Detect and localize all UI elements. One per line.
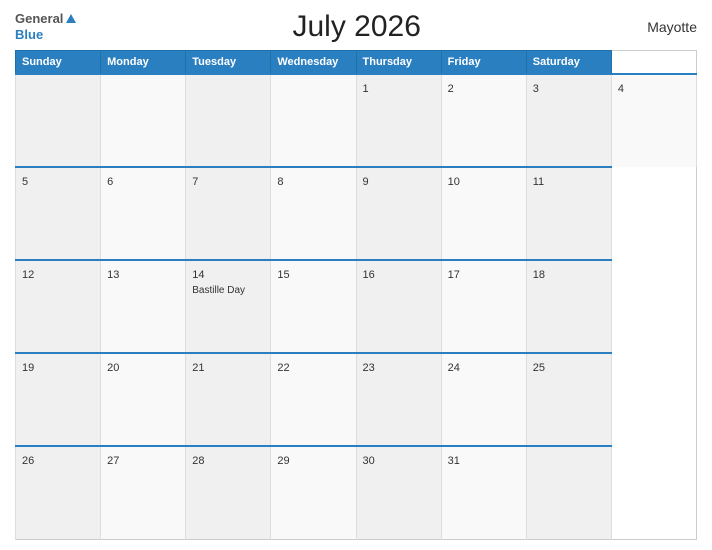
calendar-cell: 31 <box>441 446 526 539</box>
day-number: 24 <box>448 362 460 374</box>
day-number: 5 <box>22 176 28 188</box>
calendar-cell <box>526 446 611 539</box>
calendar-cell: 8 <box>271 167 356 260</box>
calendar-cell: 18 <box>526 260 611 353</box>
calendar-cell: 17 <box>441 260 526 353</box>
day-number: 25 <box>533 362 545 374</box>
calendar-cell <box>271 74 356 167</box>
day-number: 23 <box>363 362 375 374</box>
day-number: 21 <box>192 362 204 374</box>
calendar-cell: 29 <box>271 446 356 539</box>
col-sunday: Sunday <box>16 51 101 75</box>
col-tuesday: Tuesday <box>186 51 271 75</box>
day-number: 9 <box>363 176 369 188</box>
calendar-cell: 25 <box>526 353 611 446</box>
col-thursday: Thursday <box>356 51 441 75</box>
calendar-cell: 24 <box>441 353 526 446</box>
day-number: 20 <box>107 362 119 374</box>
day-number: 19 <box>22 362 34 374</box>
calendar-cell: 22 <box>271 353 356 446</box>
day-number: 1 <box>363 83 369 95</box>
day-number: 16 <box>363 269 375 281</box>
day-number: 22 <box>277 362 289 374</box>
day-number: 28 <box>192 455 204 467</box>
day-number: 15 <box>277 269 289 281</box>
region-label: Mayotte <box>637 19 697 35</box>
day-number: 4 <box>618 83 624 95</box>
calendar-cell-empty <box>101 74 186 167</box>
calendar-week-row: 5 6 7 8 9 10 11 <box>16 167 697 260</box>
calendar-cell: 14 Bastille Day <box>186 260 271 353</box>
calendar-cell: 1 <box>356 74 441 167</box>
day-number: 3 <box>533 83 539 95</box>
calendar-cell: 10 <box>441 167 526 260</box>
day-number: 31 <box>448 455 460 467</box>
calendar-cell-empty <box>16 74 101 167</box>
calendar-week-row: 12 13 14 Bastille Day 15 16 17 18 <box>16 260 697 353</box>
calendar-cell: 23 <box>356 353 441 446</box>
calendar-cell: 15 <box>271 260 356 353</box>
calendar-table: Sunday Monday Tuesday Wednesday Thursday… <box>15 50 697 540</box>
calendar-page: General Blue July 2026 Mayotte Sunday Mo… <box>0 0 712 550</box>
calendar-week-row: 19 20 21 22 23 24 25 <box>16 353 697 446</box>
calendar-cell: 30 <box>356 446 441 539</box>
calendar-cell: 11 <box>526 167 611 260</box>
col-friday: Friday <box>441 51 526 75</box>
calendar-cell: 13 <box>101 260 186 353</box>
calendar-cell: 3 <box>526 74 611 167</box>
calendar-cell: 19 <box>16 353 101 446</box>
calendar-cell: 20 <box>101 353 186 446</box>
day-number: 26 <box>22 455 34 467</box>
calendar-title: July 2026 <box>76 10 637 44</box>
day-number: 7 <box>192 176 198 188</box>
header: General Blue July 2026 Mayotte <box>15 10 697 44</box>
event-label: Bastille Day <box>192 285 264 296</box>
day-number: 29 <box>277 455 289 467</box>
calendar-cell: 2 <box>441 74 526 167</box>
calendar-cell: 27 <box>101 446 186 539</box>
logo-general: General <box>15 11 63 27</box>
day-number: 18 <box>533 269 545 281</box>
calendar-cell: 28 <box>186 446 271 539</box>
calendar-cell: 16 <box>356 260 441 353</box>
col-wednesday: Wednesday <box>271 51 356 75</box>
day-number: 17 <box>448 269 460 281</box>
day-number: 6 <box>107 176 113 188</box>
day-number: 2 <box>448 83 454 95</box>
calendar-cell: 12 <box>16 260 101 353</box>
logo-triangle-icon <box>66 14 76 23</box>
logo-blue: Blue <box>15 27 76 43</box>
days-header-row: Sunday Monday Tuesday Wednesday Thursday… <box>16 51 697 75</box>
logo: General Blue <box>15 11 76 42</box>
calendar-cell: 21 <box>186 353 271 446</box>
day-number: 27 <box>107 455 119 467</box>
calendar-cell: 26 <box>16 446 101 539</box>
day-number: 13 <box>107 269 119 281</box>
calendar-cell: 5 <box>16 167 101 260</box>
day-number: 30 <box>363 455 375 467</box>
day-number: 11 <box>533 176 544 188</box>
day-number: 10 <box>448 176 460 188</box>
day-number: 8 <box>277 176 283 188</box>
calendar-week-row: 1 2 3 4 <box>16 74 697 167</box>
day-number: 14 <box>192 269 204 281</box>
calendar-cell: 9 <box>356 167 441 260</box>
calendar-week-row: 26 27 28 29 30 31 <box>16 446 697 539</box>
calendar-cell: 4 <box>611 74 696 167</box>
day-number: 12 <box>22 269 34 281</box>
col-monday: Monday <box>101 51 186 75</box>
calendar-cell: 7 <box>186 167 271 260</box>
calendar-cell: 6 <box>101 167 186 260</box>
calendar-cell <box>186 74 271 167</box>
col-saturday: Saturday <box>526 51 611 75</box>
